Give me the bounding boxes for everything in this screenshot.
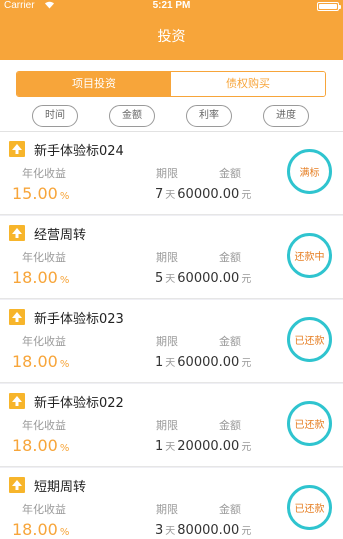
rate-value: 18.00% <box>12 268 70 287</box>
page-title: 投资 <box>157 29 186 45</box>
rate-label: 年化收益 <box>22 251 66 264</box>
rate-value: 18.00% <box>12 520 70 539</box>
list-item[interactable]: 短期周转 年化收益 期限 金额 18.00% 3 天 80000.00 元 已还款 <box>0 468 343 539</box>
item-name: 经营周转 <box>34 228 87 243</box>
status-badge: 已还款 <box>287 485 332 530</box>
arrow-up-icon <box>9 141 25 157</box>
battery-icon <box>317 2 341 11</box>
segmented-control: 项目投资 债权购买 <box>16 71 326 97</box>
list-item[interactable]: 新手体验标022 年化收益 期限 金额 18.00% 1 天 20000.00 元 已… <box>0 384 343 467</box>
arrow-up-icon <box>9 225 25 241</box>
rate-value: 15.00% <box>12 184 70 203</box>
term-label: 期限 <box>156 167 178 180</box>
amount-label: 金额 <box>219 251 241 264</box>
rate-label: 年化收益 <box>22 419 66 432</box>
item-name: 新手体验标024 <box>34 144 124 159</box>
arrow-up-icon <box>9 477 25 493</box>
sort-time-button[interactable]: 时间 <box>32 105 78 127</box>
sort-filters: 时间 金额 利率 进度 <box>0 105 343 127</box>
term-label: 期限 <box>156 419 178 432</box>
rate-value: 18.00% <box>12 352 70 371</box>
list-item[interactable]: 经营周转 年化收益 期限 金额 18.00% 5 天 60000.00 元 还款中 <box>0 216 343 299</box>
term-amount: 1 天 60000.00 元 <box>155 355 252 370</box>
status-badge: 已还款 <box>287 401 332 446</box>
term-amount: 1 天 20000.00 元 <box>155 439 252 454</box>
amount-label: 金额 <box>219 167 241 180</box>
rate-label: 年化收益 <box>22 167 66 180</box>
status-bar: Carrier 5:21 PM <box>0 0 343 14</box>
tab-project-invest[interactable]: 项目投资 <box>17 72 171 96</box>
tab-debt-purchase[interactable]: 债权购买 <box>171 72 325 96</box>
amount-label: 金额 <box>219 419 241 432</box>
item-name: 新手体验标023 <box>34 312 124 327</box>
term-amount: 5 天 60000.00 元 <box>155 271 252 286</box>
term-label: 期限 <box>156 503 178 516</box>
app-header: Carrier 5:21 PM 投资 <box>0 0 343 60</box>
rate-value: 18.00% <box>12 436 70 455</box>
rate-label: 年化收益 <box>22 335 66 348</box>
list-item[interactable]: 新手体验标024 年化收益 期限 金额 15.00% 7 天 60000.00 元 满… <box>0 132 343 215</box>
term-amount: 7 天 60000.00 元 <box>155 187 252 202</box>
arrow-up-icon <box>9 309 25 325</box>
sort-progress-button[interactable]: 进度 <box>263 105 309 127</box>
term-amount: 3 天 80000.00 元 <box>155 523 252 538</box>
sort-amount-button[interactable]: 金额 <box>109 105 155 127</box>
sort-rate-button[interactable]: 利率 <box>186 105 232 127</box>
arrow-up-icon <box>9 393 25 409</box>
status-badge: 已还款 <box>287 317 332 362</box>
amount-label: 金额 <box>219 503 241 516</box>
item-name: 短期周转 <box>34 480 87 495</box>
term-label: 期限 <box>156 335 178 348</box>
status-badge: 满标 <box>287 149 332 194</box>
filter-panel: 项目投资 债权购买 时间 金额 利率 进度 <box>0 60 343 132</box>
status-badge: 还款中 <box>287 233 332 278</box>
term-label: 期限 <box>156 251 178 264</box>
list-item[interactable]: 新手体验标023 年化收益 期限 金额 18.00% 1 天 60000.00 元 已… <box>0 300 343 383</box>
item-name: 新手体验标022 <box>34 396 124 411</box>
amount-label: 金额 <box>219 335 241 348</box>
status-time: 5:21 PM <box>152 0 191 11</box>
rate-label: 年化收益 <box>22 503 66 516</box>
